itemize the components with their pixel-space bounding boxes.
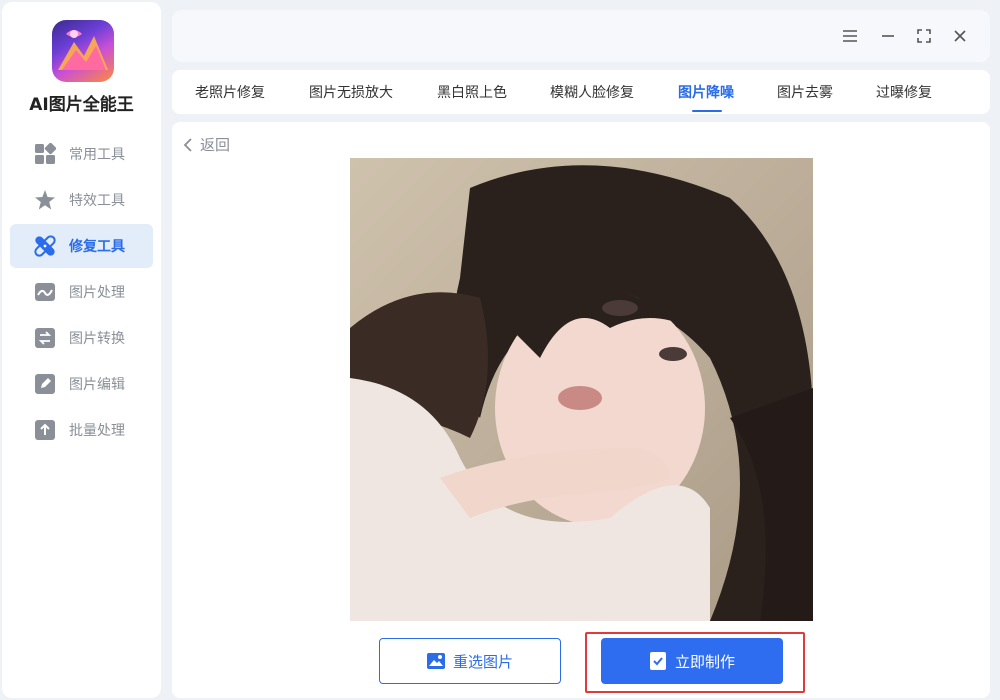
sidebar: AI图片全能王 常用工具 特效工具 修复工具 图片处理 图片转换 图片编辑 批量… (2, 2, 161, 698)
main-content: 返回 重选图片 立即制作 (172, 122, 990, 698)
tab-old-photo-repair[interactable]: 老照片修复 (195, 82, 265, 102)
upload-icon (35, 420, 55, 440)
reselect-image-label: 重选图片 (452, 652, 513, 671)
minimize-icon[interactable] (878, 26, 898, 46)
back-label: 返回 (200, 136, 231, 154)
chevron-left-icon (183, 137, 192, 152)
preview-photo (350, 158, 813, 621)
active-tab-indicator (692, 110, 722, 112)
app-title: AI图片全能王 (29, 95, 134, 115)
bandage-icon (34, 235, 56, 257)
back-button[interactable]: 返回 (182, 134, 230, 155)
sidebar-item-label: 常用工具 (69, 147, 125, 163)
sidebar-item-effect-tools[interactable]: 特效工具 (10, 178, 153, 222)
title-bar (172, 10, 990, 62)
sidebar-item-label: 修复工具 (69, 239, 125, 255)
sidebar-item-label: 图片处理 (69, 285, 125, 301)
tab-dehaze[interactable]: 图片去雾 (777, 82, 833, 102)
sidebar-item-label: 图片转换 (69, 331, 125, 347)
make-now-label: 立即制作 (674, 652, 735, 671)
document-check-icon (649, 652, 666, 670)
edit-icon (35, 374, 55, 394)
sidebar-item-label: 图片编辑 (69, 377, 125, 393)
sidebar-item-image-processing[interactable]: 图片处理 (10, 270, 153, 314)
reselect-image-button[interactable]: 重选图片 (379, 638, 561, 684)
sidebar-item-image-convert[interactable]: 图片转换 (10, 316, 153, 360)
tab-lossless-upscale[interactable]: 图片无损放大 (309, 82, 393, 102)
convert-icon (35, 328, 55, 348)
sidebar-item-repair-tools[interactable]: 修复工具 (10, 224, 153, 268)
tab-colorize[interactable]: 黑白照上色 (437, 82, 507, 102)
maximize-icon[interactable] (914, 26, 934, 46)
tool-tabs: 老照片修复 图片无损放大 黑白照上色 模糊人脸修复 图片降噪 图片去雾 过曝修复 (172, 70, 990, 114)
sidebar-item-label: 特效工具 (69, 193, 125, 209)
sidebar-item-label: 批量处理 (69, 423, 125, 439)
app-logo (52, 20, 114, 82)
close-icon[interactable] (950, 26, 970, 46)
tab-denoise[interactable]: 图片降噪 (678, 82, 734, 102)
sidebar-item-batch-processing[interactable]: 批量处理 (10, 408, 153, 452)
sidebar-item-common-tools[interactable]: 常用工具 (10, 132, 153, 176)
image-icon (426, 653, 445, 669)
tab-overexposure-repair[interactable]: 过曝修复 (876, 82, 932, 102)
menu-icon[interactable] (840, 26, 860, 46)
tab-blurry-face-repair[interactable]: 模糊人脸修复 (550, 82, 634, 102)
grid-icon (35, 143, 56, 164)
image-wave-icon (35, 283, 55, 301)
sidebar-item-image-edit[interactable]: 图片编辑 (10, 362, 153, 406)
star-icon (35, 190, 55, 210)
make-now-button[interactable]: 立即制作 (601, 638, 783, 684)
